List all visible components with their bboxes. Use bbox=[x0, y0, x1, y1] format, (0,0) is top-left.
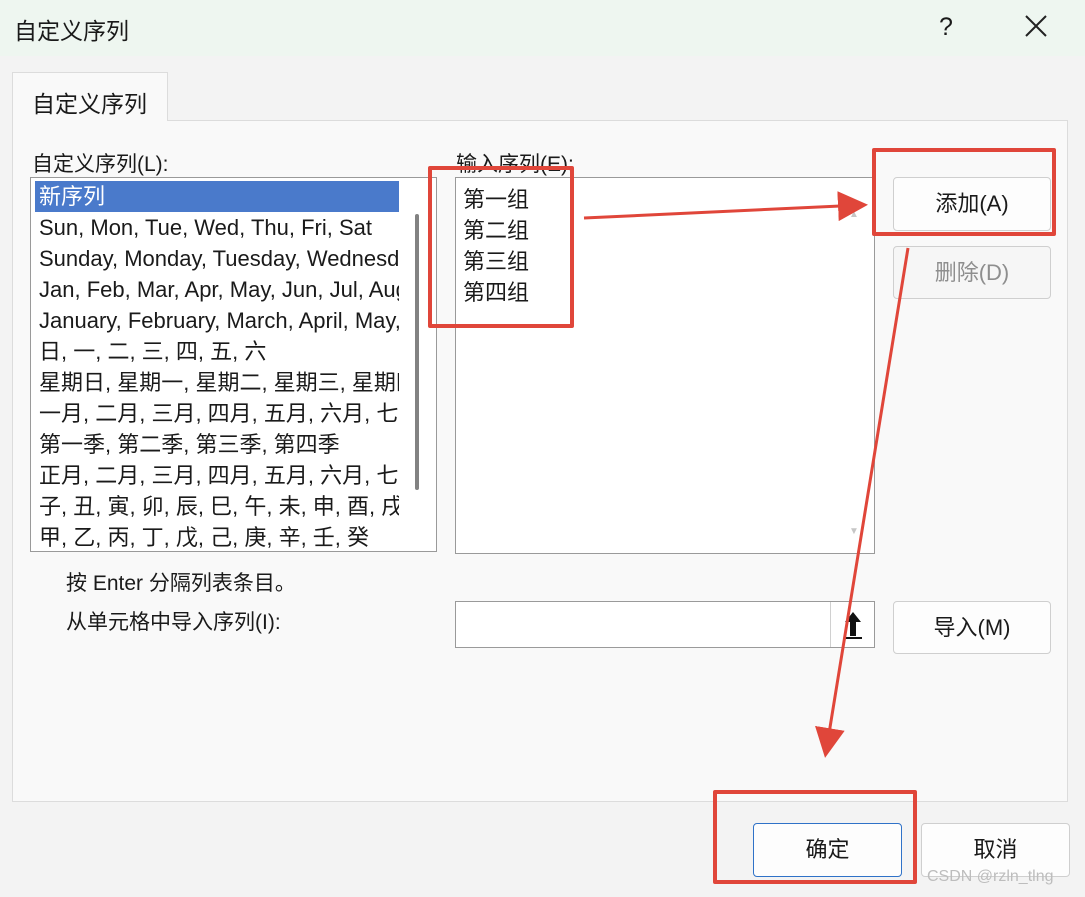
list-item[interactable]: 第一季, 第二季, 第三季, 第四季 bbox=[35, 429, 399, 460]
list-item[interactable]: 甲, 乙, 丙, 丁, 戊, 己, 庚, 辛, 壬, 癸 bbox=[35, 522, 399, 551]
title-bar: 自定义序列 ? bbox=[0, 0, 1085, 56]
list-item[interactable]: January, February, March, April, May, Ju… bbox=[35, 305, 399, 336]
hint-text: 按 Enter 分隔列表条目。 bbox=[66, 572, 296, 595]
list-item[interactable]: 星期日, 星期一, 星期二, 星期三, 星期四, 星期五, 星期六 bbox=[35, 367, 399, 398]
help-button[interactable]: ? bbox=[926, 6, 966, 48]
list-item[interactable]: 日, 一, 二, 三, 四, 五, 六 bbox=[35, 336, 399, 367]
import-cells-label: 从单元格中导入序列(I): bbox=[66, 611, 281, 634]
window-title: 自定义序列 bbox=[14, 18, 129, 44]
list-item[interactable]: 一月, 二月, 三月, 四月, 五月, 六月, 七月, 八月, 九月, 十月, … bbox=[35, 398, 399, 429]
range-select-button[interactable] bbox=[830, 602, 874, 647]
delete-button[interactable]: 删除(D) bbox=[893, 246, 1051, 299]
list-item[interactable]: 正月, 二月, 三月, 四月, 五月, 六月, 七月, 八月, 九月, 十月, … bbox=[35, 460, 399, 491]
annotation-box-add bbox=[872, 148, 1056, 236]
watermark: CSDN @rzln_tlng bbox=[927, 868, 1054, 885]
annotation-box-entries bbox=[428, 166, 574, 328]
list-item[interactable]: 子, 丑, 寅, 卯, 辰, 巳, 午, 未, 申, 酉, 戌, 亥 bbox=[35, 491, 399, 522]
tab-custom-lists[interactable]: 自定义序列 bbox=[12, 72, 168, 121]
custom-lists-listbox[interactable]: 新序列 Sun, Mon, Tue, Wed, Thu, Fri, Sat Su… bbox=[30, 177, 437, 552]
close-button[interactable] bbox=[1014, 6, 1058, 48]
list-item[interactable]: Sunday, Monday, Tuesday, Wednesday, Thur… bbox=[35, 243, 399, 274]
import-range-input[interactable] bbox=[455, 601, 875, 648]
annotation-box-ok bbox=[713, 790, 917, 884]
custom-lists-label: 自定义序列(L): bbox=[32, 153, 169, 176]
scroll-down-arrow-icon[interactable]: ▼ bbox=[849, 526, 859, 537]
close-icon bbox=[1025, 15, 1047, 37]
list-item[interactable]: Jan, Feb, Mar, Apr, May, Jun, Jul, Aug, … bbox=[35, 274, 399, 305]
list-item[interactable]: 新序列 bbox=[35, 181, 399, 212]
range-select-icon bbox=[844, 612, 862, 639]
list-item[interactable]: Sun, Mon, Tue, Wed, Thu, Fri, Sat bbox=[35, 212, 399, 243]
scroll-up-arrow-icon[interactable]: ▲ bbox=[849, 209, 859, 220]
list-scrollbar-thumb[interactable] bbox=[415, 214, 419, 490]
import-button[interactable]: 导入(M) bbox=[893, 601, 1051, 654]
